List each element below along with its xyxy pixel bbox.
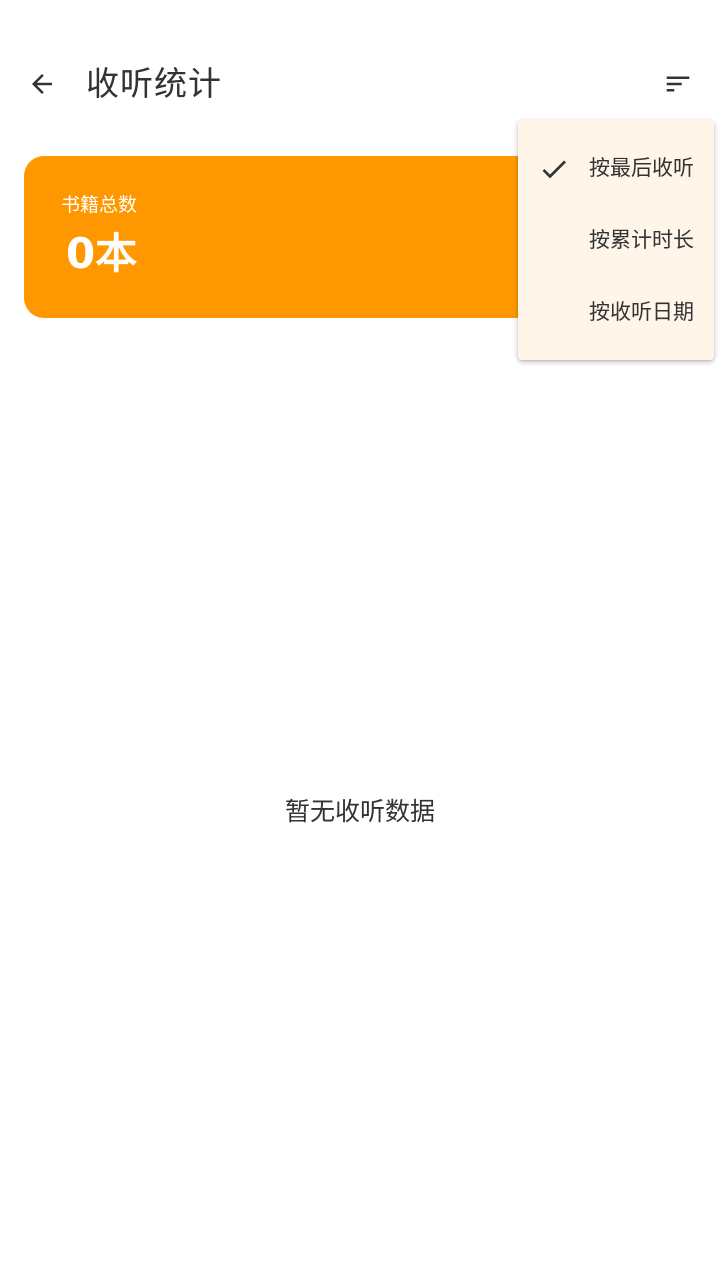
sort-button[interactable] xyxy=(654,60,702,108)
books-total-label: 书籍总数 xyxy=(61,194,138,216)
empty-state-text: 暂无收听数据 xyxy=(284,797,435,826)
arrow-back-icon xyxy=(32,74,52,94)
listening-stats-screen: 收听统计 书籍总数 0本 暂无收听数据 按最后收听 按累计时长 按收听日期 xyxy=(0,0,720,1280)
app-bar: 收听统计 xyxy=(0,40,720,128)
page-title: 收听统计 xyxy=(86,64,222,103)
books-total-value: 0本 xyxy=(66,229,138,278)
sort-option-label: 按累计时长 xyxy=(589,228,694,252)
sort-menu: 按最后收听 按累计时长 按收听日期 xyxy=(518,120,714,360)
sort-option-label: 按收听日期 xyxy=(589,300,694,324)
check-icon xyxy=(542,160,566,179)
sort-option-last-listened[interactable]: 按最后收听 xyxy=(518,132,714,204)
sort-option-total-duration[interactable]: 按累计时长 xyxy=(518,204,714,276)
sort-option-listen-date[interactable]: 按收听日期 xyxy=(518,276,714,348)
sort-icon xyxy=(666,76,690,92)
back-button[interactable] xyxy=(18,60,66,108)
sort-option-label: 按最后收听 xyxy=(589,156,694,180)
